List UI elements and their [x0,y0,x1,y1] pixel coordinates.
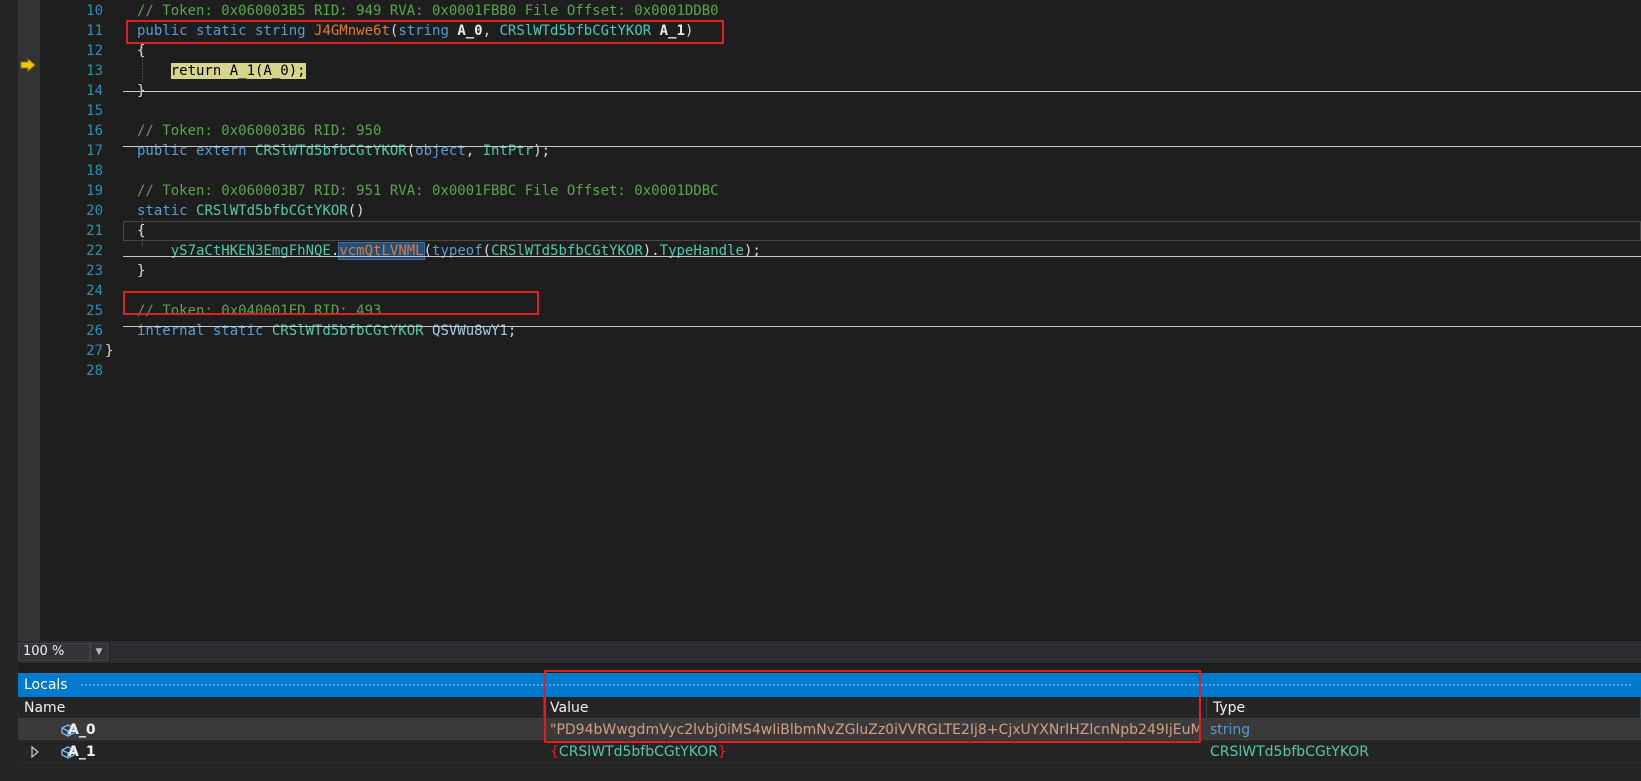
line-number: 26 [86,323,103,339]
local-value-text: CRSlWTd5bfbCGtYKOR [558,744,718,760]
code-token: CRSlWTd5bfbCGtYKOR [196,203,348,219]
locals-row[interactable]: A_1 {CRSlWTd5bfbCGtYKOR} CRSlWTd5bfbCGtY… [18,741,1641,763]
locals-title-label: Locals [24,677,68,693]
code-line[interactable]: 18 [18,161,1641,181]
local-value[interactable]: {CRSlWTd5bfbCGtYKOR} [550,741,1200,763]
member-separator [123,326,1641,327]
code-text: } [105,341,113,361]
code-line[interactable]: 23} [18,261,1641,281]
line-number: 27 [86,343,103,359]
local-name: A_1 [68,744,96,760]
line-number: 22 [86,243,103,259]
code-line[interactable]: 20 static CRSlWTd5bfbCGtYKOR() [18,201,1641,221]
code-line[interactable]: 12{ [18,41,1641,61]
zoom-dropdown-chevron-icon[interactable]: ▼ [90,643,108,661]
value-column-highlight [544,670,1201,743]
line-number: 17 [86,143,103,159]
line-number: 28 [86,363,103,379]
triangle-right-icon[interactable] [30,745,40,759]
line-number: 13 [86,63,103,79]
code-text: yS7aCtHKEN3EmgFhNQE.vcmQtLVNML(typeof(CR… [137,241,761,261]
member-separator [123,256,1641,257]
locals-panel: Name Value Type A_0 "PD94bWwgdmVyc2lvbj0… [18,670,1641,781]
code-line[interactable]: 26 internal static CRSlWTd5bfbCGtYKOR QSV… [18,321,1641,341]
member-separator [123,146,1641,147]
method-signature-highlight [126,20,724,44]
column-header-type[interactable]: Type [1207,697,1641,719]
code-line[interactable]: 27} [18,341,1641,361]
line-number: 12 [86,43,103,59]
code-token: // Token: 0x060003B6 RID: 950 [137,123,382,139]
code-text: // Token: 0x060003B6 RID: 950 [137,121,381,141]
indent-guide [142,42,143,82]
code-text: public extern CRSlWTd5bfbCGtYKOR(object,… [137,141,550,161]
code-text: // Token: 0x060003B7 RID: 951 RVA: 0x000… [137,181,719,201]
code-line[interactable]: 16 // Token: 0x060003B6 RID: 950 [18,121,1641,141]
code-editor[interactable]: 10 // Token: 0x060003B5 RID: 949 RVA: 0x0… [18,0,1641,641]
code-token: // Token: 0x060003B5 RID: 949 RVA: 0x000… [137,3,719,19]
code-line[interactable]: 15 [18,101,1641,121]
code-text: // Token: 0x060003B5 RID: 949 RVA: 0x000… [137,1,719,21]
line-number: 25 [86,303,103,319]
editor-status-bar: 100 % ▼ [18,641,1641,663]
local-name: A_0 [68,722,96,738]
code-text: } [137,261,145,281]
line-number: 24 [86,283,103,299]
code-line[interactable]: 10 // Token: 0x060003B5 RID: 949 RVA: 0x0… [18,1,1641,21]
code-text: return A_1(A_0); [137,61,306,81]
line-number: 15 [86,103,103,119]
local-value-brace: } [717,744,727,760]
local-type: CRSlWTd5bfbCGtYKOR [1210,744,1369,760]
field-declaration-highlight [123,291,539,315]
code-token: static [137,203,197,219]
column-header-name[interactable]: Name [18,697,544,719]
line-number: 20 [86,203,103,219]
code-line[interactable]: 28 [18,361,1641,381]
line-number: 11 [86,23,103,39]
code-token: } [105,343,114,359]
local-value-brace: { [550,744,559,760]
code-token: } [137,263,146,279]
line-number: 16 [86,123,103,139]
zoom-level[interactable]: 100 % [18,643,90,661]
line-number: 18 [86,163,103,179]
left-tool-strip [0,0,18,781]
line-number: 19 [86,183,103,199]
line-number: 14 [86,83,103,99]
code-token: () [347,203,365,219]
code-line[interactable]: 13 return A_1(A_0); [18,61,1641,81]
line-number: 21 [86,223,103,239]
line-number: 23 [86,263,103,279]
code-line[interactable]: 19 // Token: 0x060003B7 RID: 951 RVA: 0x0… [18,181,1641,201]
indent-guide [142,218,143,246]
current-line-box [123,221,1641,241]
code-text: static CRSlWTd5bfbCGtYKOR() [137,201,365,221]
local-type: string [1210,722,1251,738]
code-line[interactable]: 22 yS7aCtHKEN3EmgFhNQE.vcmQtLVNML(typeof… [18,241,1641,261]
code-line[interactable]: 17 public extern CRSlWTd5bfbCGtYKOR(objec… [18,141,1641,161]
line-number: 10 [86,3,103,19]
code-text: internal static CRSlWTd5bfbCGtYKOR QSVWu… [137,321,516,341]
member-separator [123,91,1641,92]
code-token: // Token: 0x060003B7 RID: 951 RVA: 0x000… [137,183,719,199]
current-statement: return A_1(A_0); [170,63,306,79]
